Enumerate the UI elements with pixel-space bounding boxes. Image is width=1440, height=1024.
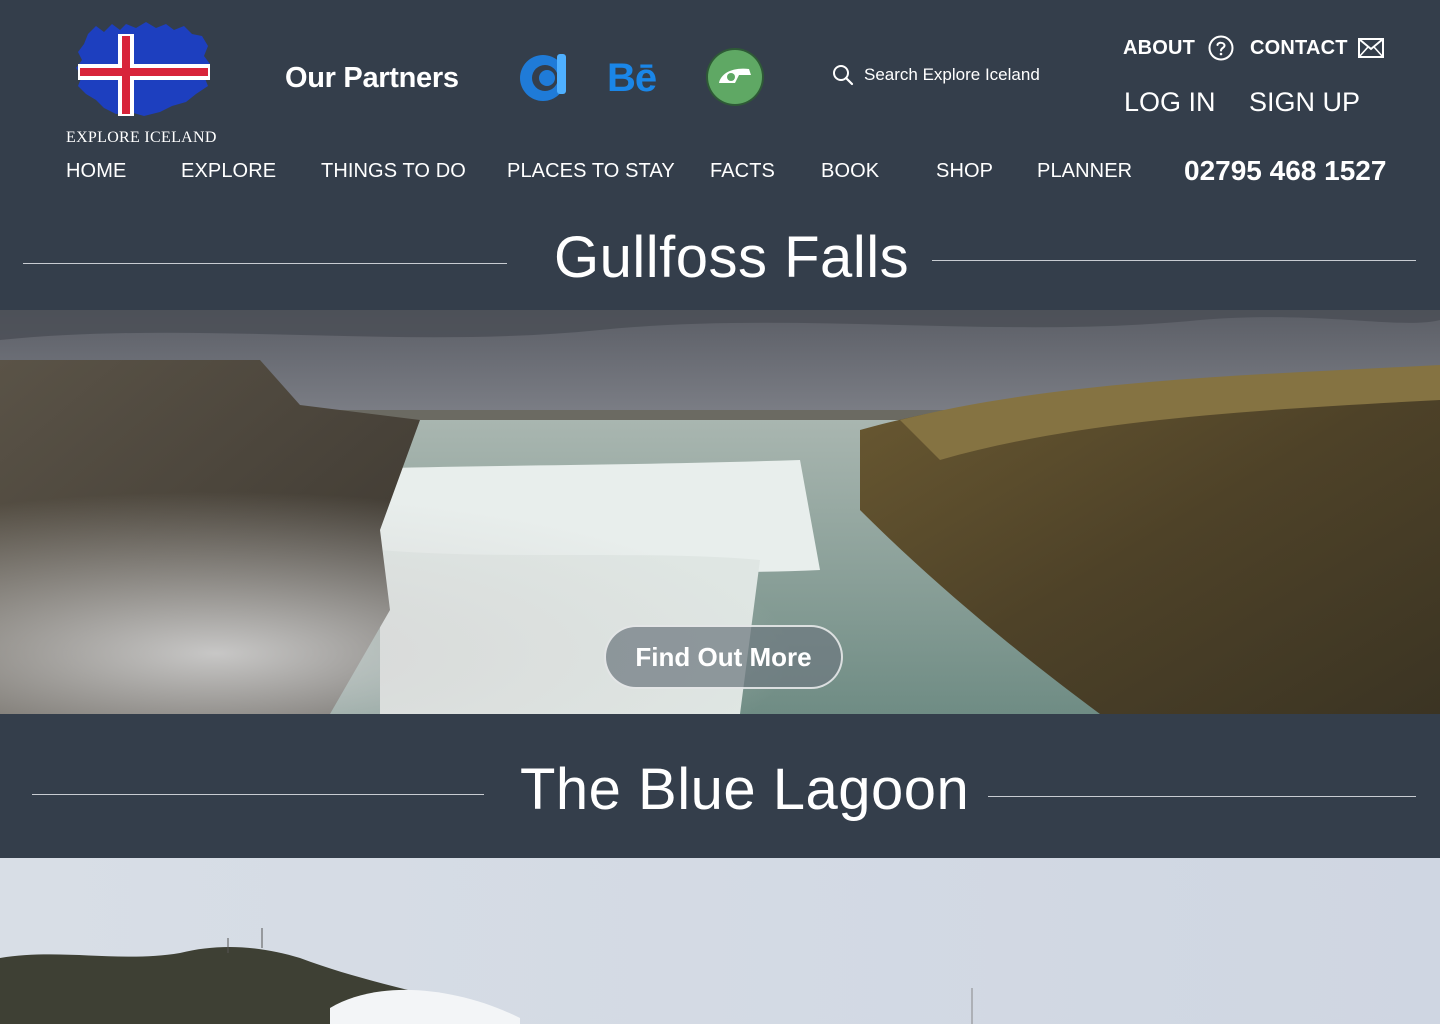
logo-text: EXPLORE ICELAND — [66, 129, 217, 146]
partner-c-icon[interactable] — [517, 50, 577, 110]
nav-planner[interactable]: PLANNER — [1037, 160, 1132, 183]
nav-book[interactable]: BOOK — [821, 160, 879, 183]
site-logo[interactable]: EXPLORE ICELAND — [66, 18, 226, 148]
login-link[interactable]: LOG IN — [1124, 87, 1216, 118]
nav-home[interactable]: HOME — [66, 160, 126, 183]
divider-line — [988, 796, 1416, 797]
contact-link[interactable]: CONTACT — [1250, 37, 1348, 60]
search-input[interactable] — [864, 65, 1064, 85]
section-title-blue-lagoon: The Blue Lagoon — [520, 757, 970, 822]
nav-places-to-stay[interactable]: PLACES TO STAY — [507, 160, 675, 183]
search-bar[interactable] — [832, 62, 1072, 88]
mail-icon[interactable] — [1358, 38, 1384, 63]
divider-line — [932, 260, 1416, 261]
find-out-more-button[interactable]: Find Out More — [604, 625, 843, 689]
nav-explore[interactable]: EXPLORE — [181, 160, 276, 183]
nav-things-to-do[interactable]: THINGS TO DO — [321, 160, 466, 183]
phone-number[interactable]: 02795 468 1527 — [1184, 155, 1386, 187]
nav-facts[interactable]: FACTS — [710, 160, 775, 183]
help-circle-icon[interactable] — [1208, 35, 1234, 66]
about-link[interactable]: ABOUT — [1123, 37, 1195, 60]
behance-label: Bē — [607, 56, 657, 100]
search-icon[interactable] — [832, 64, 854, 86]
iceland-flag-map-icon — [76, 22, 210, 116]
nav-shop[interactable]: SHOP — [936, 160, 993, 183]
signup-link[interactable]: SIGN UP — [1249, 87, 1360, 118]
divider-line — [23, 263, 507, 264]
deviantart-icon[interactable] — [705, 47, 765, 107]
divider-line — [32, 794, 484, 795]
behance-icon[interactable]: Bē — [607, 56, 667, 116]
section-title-gullfoss: Gullfoss Falls — [554, 225, 910, 290]
blue-lagoon-image — [0, 858, 1440, 1024]
partners-label: Our Partners — [285, 62, 459, 94]
